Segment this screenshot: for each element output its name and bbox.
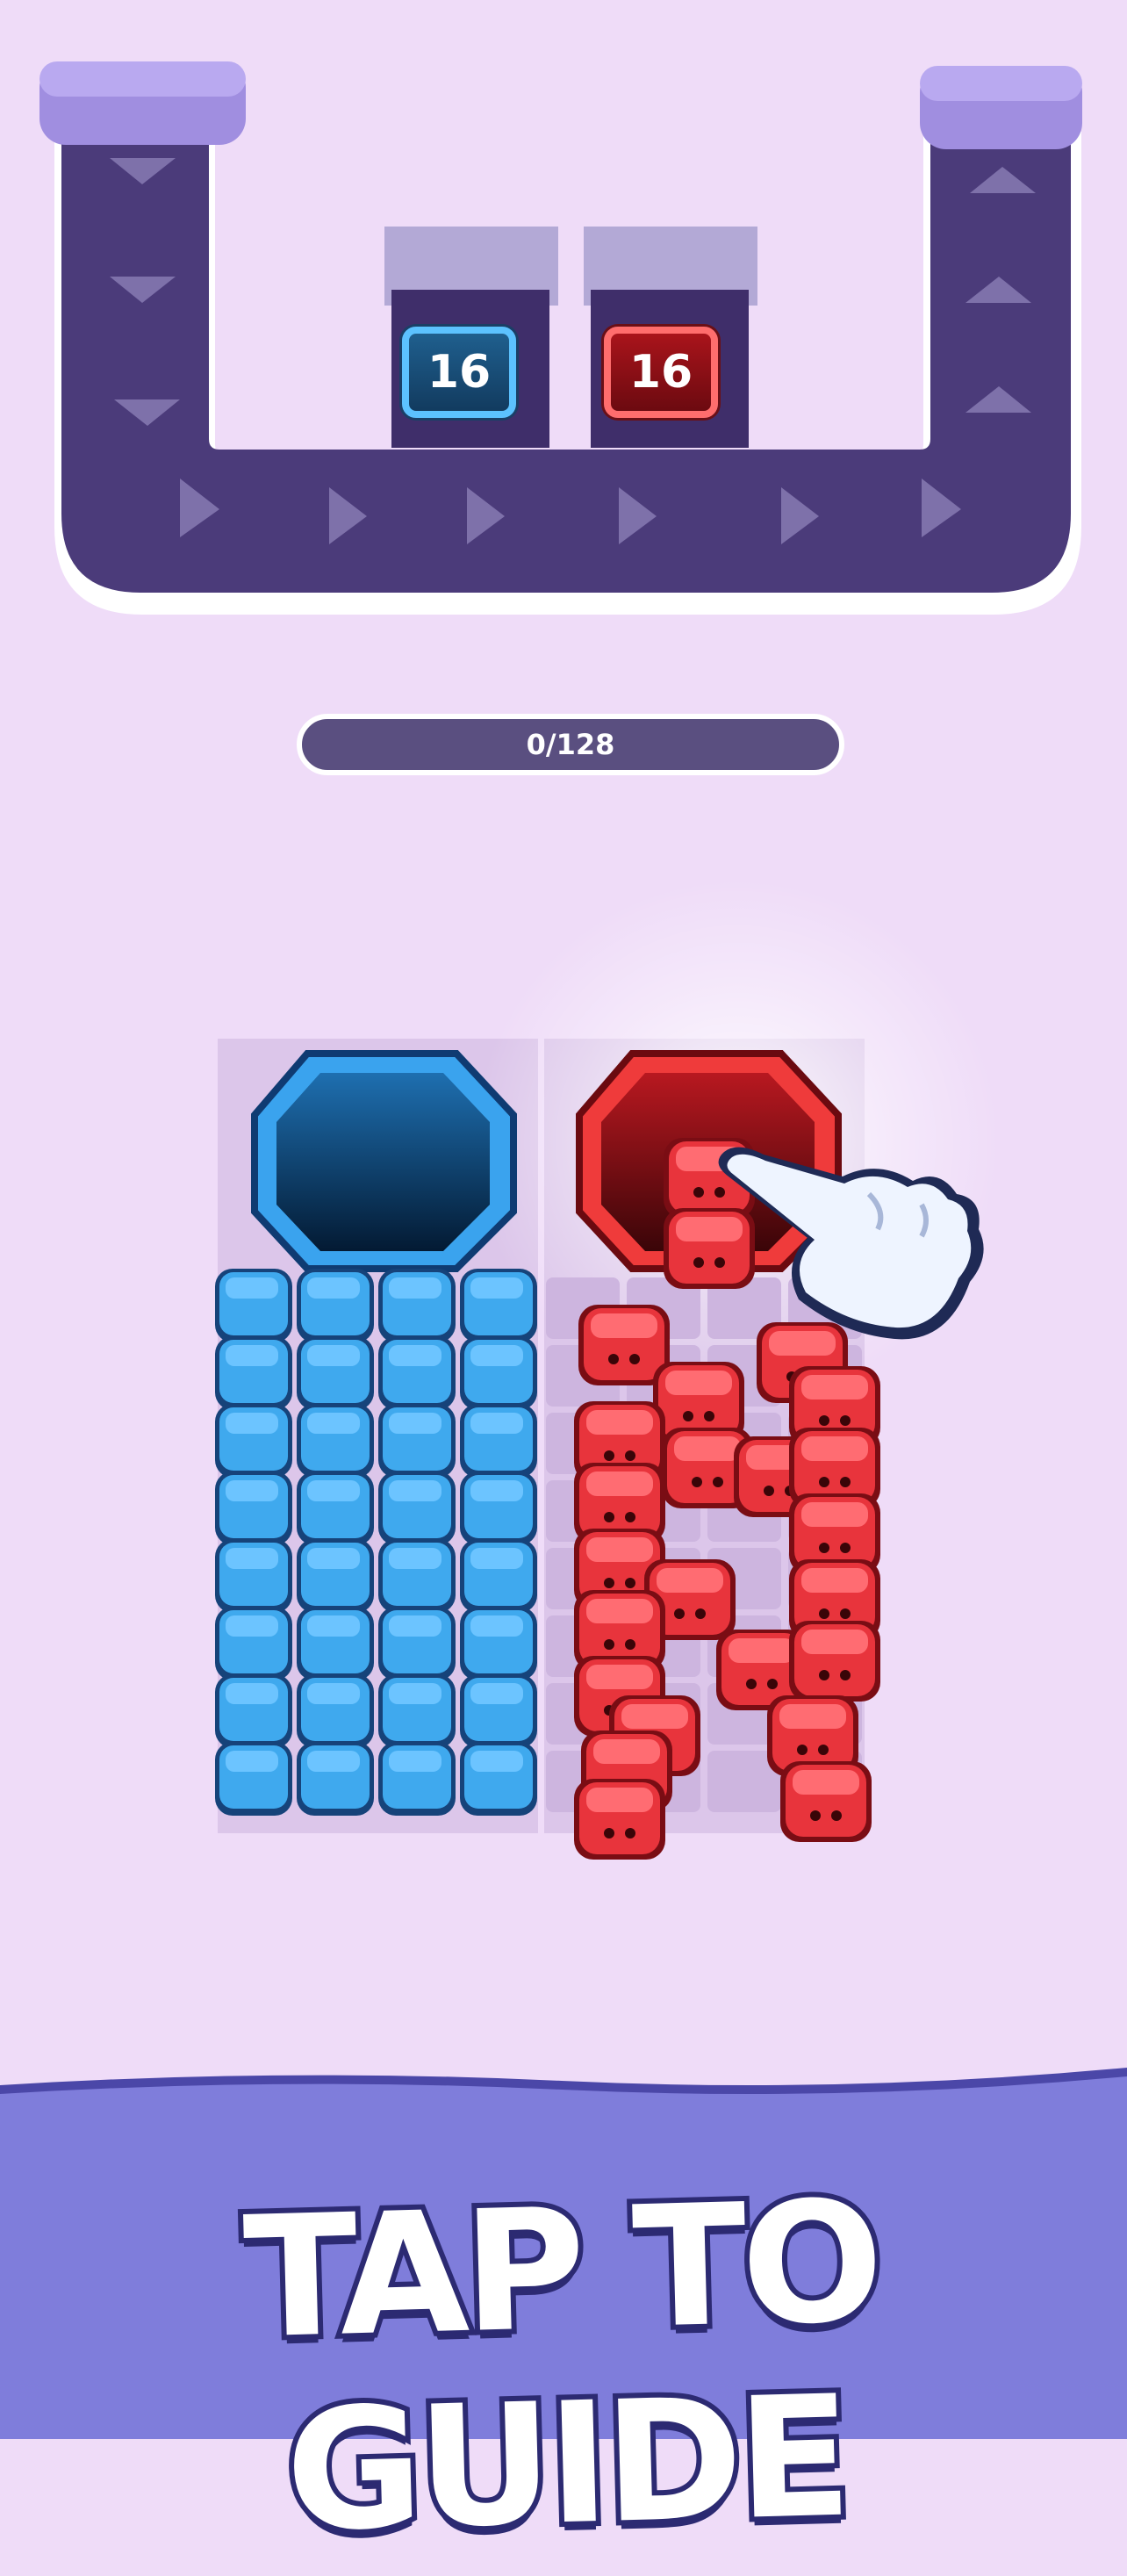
blue-block[interactable] — [378, 1674, 456, 1748]
blue-block[interactable] — [460, 1471, 537, 1545]
blue-block[interactable] — [460, 1742, 537, 1816]
blue-block[interactable] — [378, 1336, 456, 1410]
blue-block[interactable] — [460, 1336, 537, 1410]
blue-block[interactable] — [460, 1404, 537, 1478]
blue-block[interactable] — [215, 1336, 292, 1410]
blue-block[interactable] — [378, 1269, 456, 1342]
blue-block[interactable] — [215, 1539, 292, 1613]
blue-block[interactable] — [297, 1404, 374, 1478]
blue-block[interactable] — [460, 1269, 537, 1342]
blue-block[interactable] — [297, 1471, 374, 1545]
red-creature[interactable] — [574, 1779, 665, 1860]
blue-block[interactable] — [378, 1471, 456, 1545]
blue-block[interactable] — [297, 1269, 374, 1342]
red-creature[interactable] — [780, 1761, 872, 1842]
blue-block[interactable] — [215, 1404, 292, 1478]
blue-block[interactable] — [215, 1471, 292, 1545]
red-counter: 16 — [604, 327, 718, 418]
blue-counter: 16 — [402, 327, 516, 418]
blue-block[interactable] — [378, 1742, 456, 1816]
red-creature[interactable] — [789, 1621, 880, 1702]
red-counter-value: 16 — [628, 346, 693, 399]
blue-block[interactable] — [460, 1607, 537, 1680]
blue-block[interactable] — [215, 1674, 292, 1748]
blue-block[interactable] — [378, 1404, 456, 1478]
progress-bar: 0/128 — [297, 714, 844, 775]
blue-block[interactable] — [378, 1607, 456, 1680]
blue-block[interactable] — [297, 1674, 374, 1748]
blue-block[interactable] — [215, 1607, 292, 1680]
blue-block[interactable] — [215, 1269, 292, 1342]
blue-block[interactable] — [378, 1539, 456, 1613]
progress-label: 0/128 — [526, 728, 615, 761]
blue-block[interactable] — [460, 1674, 537, 1748]
game-scene[interactable] — [0, 0, 1127, 2439]
blue-block[interactable] — [460, 1539, 537, 1613]
blue-block[interactable] — [297, 1742, 374, 1816]
blue-counter-value: 16 — [427, 346, 492, 399]
blue-hole[interactable] — [251, 1050, 517, 1272]
blue-block[interactable] — [297, 1539, 374, 1613]
red-creature[interactable] — [664, 1208, 755, 1289]
tap-to-guide-banner[interactable]: TAP TO GUIDE — [0, 2158, 1127, 2575]
blue-block[interactable] — [297, 1607, 374, 1680]
blue-block[interactable] — [297, 1336, 374, 1410]
blue-block[interactable] — [215, 1742, 292, 1816]
